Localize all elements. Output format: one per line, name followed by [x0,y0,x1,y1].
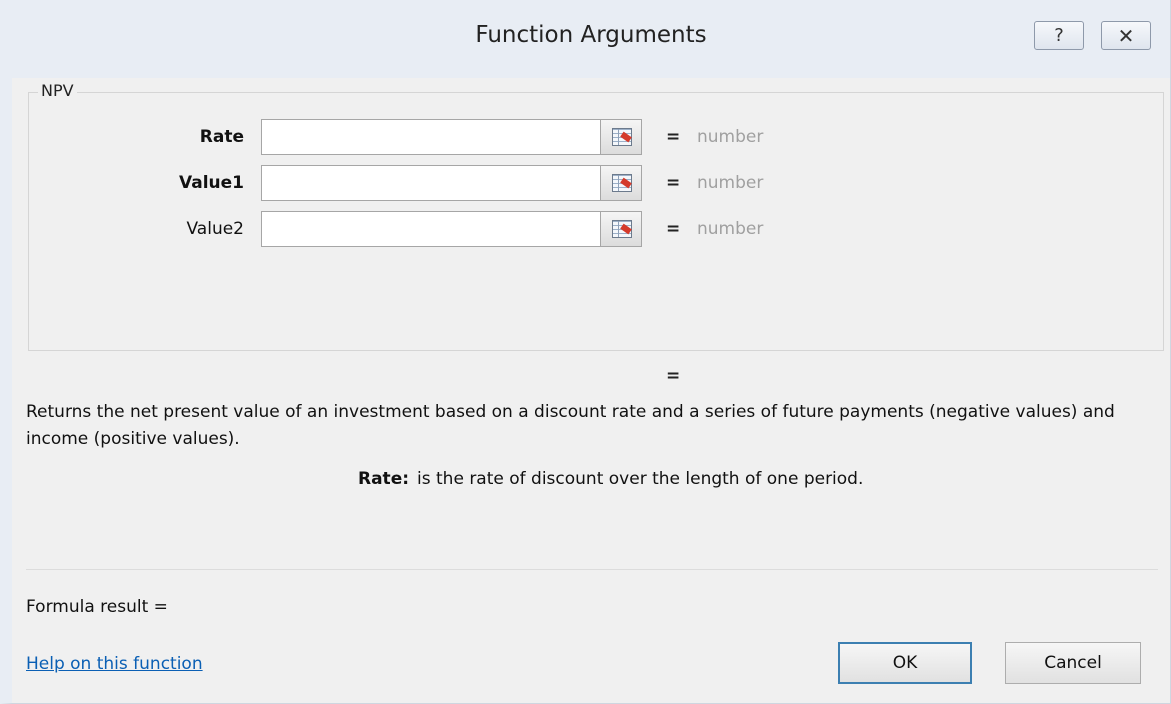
arg-label-value1: Value1 [179,173,244,193]
separator [26,569,1158,570]
close-button[interactable]: ✕ [1101,21,1151,50]
value2-hint: number [697,219,764,239]
value1-equals: = [666,173,681,193]
title-bar: Function Arguments ? ✕ [12,0,1170,78]
arg-label-value2: Value2 [186,219,245,239]
formula-result: Formula result = [26,597,168,617]
cancel-button[interactable]: Cancel [1005,642,1141,684]
function-result-equals: = [666,366,681,386]
value2-equals: = [666,219,681,239]
value1-input[interactable] [261,165,601,201]
value1-collapse-button[interactable] [600,165,642,201]
dialog-title: Function Arguments [475,22,707,48]
range-select-icon [612,128,632,146]
argument-description: Rate: is the rate of discount over the le… [358,469,863,489]
question-icon: ? [1054,25,1064,46]
argument-description-name: Rate: [358,469,410,489]
range-select-icon [612,220,632,238]
help-button[interactable]: ? [1034,21,1084,50]
rate-collapse-button[interactable] [600,119,642,155]
value2-input[interactable] [261,211,601,247]
arg-label-rate: Rate [199,127,244,147]
close-icon: ✕ [1117,23,1135,48]
argument-description-text: is the rate of discount over the length … [417,469,864,489]
function-name-label: NPV [38,81,77,100]
function-description: Returns the net present value of an inve… [26,402,1115,449]
rate-hint: number [697,127,764,147]
value1-hint: number [697,173,764,193]
range-select-icon [612,174,632,192]
value2-collapse-button[interactable] [600,211,642,247]
rate-equals: = [666,127,681,147]
help-on-function-link[interactable]: Help on this function [26,654,203,674]
rate-input[interactable] [261,119,601,155]
ok-button[interactable]: OK [838,642,972,684]
